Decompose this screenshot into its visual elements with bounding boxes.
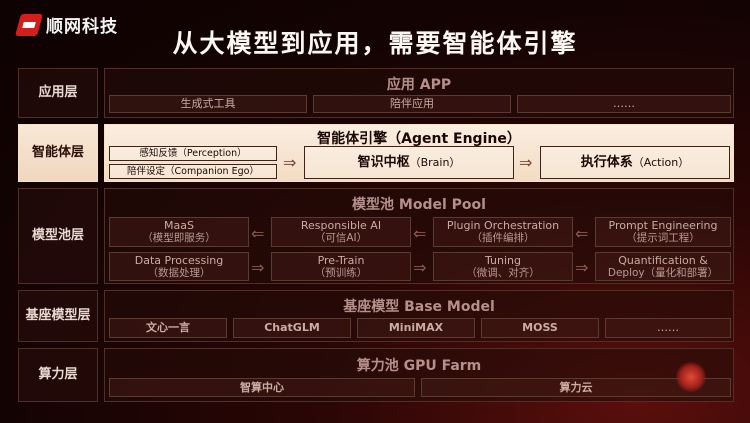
app-item-companion-apps: 陪伴应用 <box>313 95 511 113</box>
responsible-ai-sub-label: （可信AI） <box>314 232 368 245</box>
data-processing-label: Data Processing <box>134 253 224 267</box>
base-model-label-line1: 基座 <box>25 307 52 323</box>
action-label: 执行体系 <box>580 154 633 170</box>
base-model-layer: 基座 模型层 基座模型 Base Model 文心一言 ChatGLM Mini… <box>18 290 734 342</box>
base-model-chatglm: ChatGLM <box>233 318 351 338</box>
pre-train-label: Pre-Train <box>317 253 365 267</box>
tuning-sub-label: （微调、对齐） <box>466 266 540 279</box>
plugin-orchestration-label: Plugin Orchestration <box>446 219 560 233</box>
app-item-more: …… <box>517 95 731 113</box>
gpu-item-compute-center: 智算中心 <box>109 378 415 397</box>
prompt-engineering-label: Prompt Engineering <box>608 219 718 233</box>
arrow-left-icon: ⇐ <box>251 224 265 243</box>
agent-layer: 智能体层 智能体引擎（Agent Engine） 感知反馈（Perception… <box>18 124 734 182</box>
maas-label: MaaS <box>164 219 194 233</box>
perception-box: 感知反馈（Perception） <box>109 146 277 161</box>
arrow-left-icon: ⇐ <box>575 224 589 243</box>
gpu-panel: 算力池 GPU Farm 智算中心 算力云 <box>104 348 734 402</box>
gpu-layer: 算力层 算力池 GPU Farm 智算中心 算力云 <box>18 348 734 402</box>
app-item-generative-tools: 生成式工具 <box>109 95 307 113</box>
app-layer-label: 应用层 <box>18 68 98 118</box>
maas-sub-label: （模型即服务） <box>142 232 216 245</box>
deploy-sub-label: Deploy（量化和部署） <box>607 266 719 279</box>
responsible-ai-box: Responsible AI （可信AI） <box>271 217 411 247</box>
base-model-moss: MOSS <box>481 318 599 338</box>
quantification-deploy-box: Quantification & Deploy（量化和部署） <box>595 252 731 281</box>
page-title: 从大模型到应用，需要智能体引擎 <box>172 29 578 58</box>
brain-box: 智识中枢 （Brain） <box>304 146 514 179</box>
agent-engine-title: 智能体引擎（Agent Engine） <box>317 131 521 147</box>
prompt-engineering-sub-label: （提示词工程） <box>626 232 700 245</box>
base-model-minimax: MiniMAX <box>357 318 475 338</box>
arrow-right-icon: ⇒ <box>575 258 589 277</box>
tuning-box: Tuning （微调、对齐） <box>433 252 573 281</box>
base-model-ernie: 文心一言 <box>109 318 227 338</box>
arrow-left-icon: ⇐ <box>413 224 427 243</box>
arrow-right-icon: ⇒ <box>283 153 297 172</box>
app-layer: 应用层 应用 APP 生成式工具 陪伴应用 …… <box>18 68 734 118</box>
action-box: 执行体系 （Action） <box>540 146 730 179</box>
header: 顺网科技 从大模型到应用，需要智能体引擎 <box>0 0 750 60</box>
base-model-title: 基座模型 Base Model <box>343 299 495 315</box>
agent-layer-label: 智能体层 <box>18 124 98 182</box>
plugin-orchestration-sub-label: （插件编排） <box>471 232 535 245</box>
base-model-layer-label: 基座 模型层 <box>18 290 98 342</box>
pre-train-sub-label: （预训练） <box>314 266 368 279</box>
quantification-label: Quantification & <box>618 253 708 267</box>
model-pool-layer: 模型池层 模型池 Model Pool MaaS （模型即服务） ⇐ Respo… <box>18 188 734 284</box>
prompt-engineering-box: Prompt Engineering （提示词工程） <box>595 217 731 247</box>
arrow-right-icon: ⇒ <box>519 153 533 172</box>
base-model-panel: 基座模型 Base Model 文心一言 ChatGLM MiniMAX MOS… <box>104 290 734 342</box>
arrow-right-icon: ⇒ <box>251 258 265 277</box>
plugin-orchestration-box: Plugin Orchestration （插件编排） <box>433 217 573 247</box>
data-processing-sub-label: （数据处理） <box>147 266 211 279</box>
action-sub-label: （Action） <box>632 155 690 169</box>
companion-ego-box: 陪伴设定（Companion Ego） <box>109 164 277 179</box>
decorative-glow <box>676 362 706 392</box>
data-processing-box: Data Processing （数据处理） <box>109 252 249 281</box>
brain-label: 智识中枢 <box>357 154 410 170</box>
model-pool-layer-label: 模型池层 <box>18 188 98 284</box>
base-model-more: …… <box>605 318 731 338</box>
app-layer-title: 应用 APP <box>386 77 452 93</box>
arrow-right-icon: ⇒ <box>413 258 427 277</box>
model-pool-title: 模型池 Model Pool <box>352 197 486 213</box>
tuning-label: Tuning <box>484 253 521 267</box>
agent-layer-panel: 智能体引擎（Agent Engine） 感知反馈（Perception） 陪伴设… <box>104 124 734 182</box>
responsible-ai-label: Responsible AI <box>300 219 382 233</box>
maas-box: MaaS （模型即服务） <box>109 217 249 247</box>
gpu-layer-label: 算力层 <box>18 348 98 402</box>
model-pool-panel: 模型池 Model Pool MaaS （模型即服务） ⇐ Responsibl… <box>104 188 734 284</box>
base-model-label-line2: 模型层 <box>51 307 91 323</box>
gpu-farm-title: 算力池 GPU Farm <box>356 358 482 374</box>
app-layer-panel: 应用 APP 生成式工具 陪伴应用 …… <box>104 68 734 118</box>
brain-sub-label: （Brain） <box>409 155 461 169</box>
pre-train-box: Pre-Train （预训练） <box>271 252 411 281</box>
